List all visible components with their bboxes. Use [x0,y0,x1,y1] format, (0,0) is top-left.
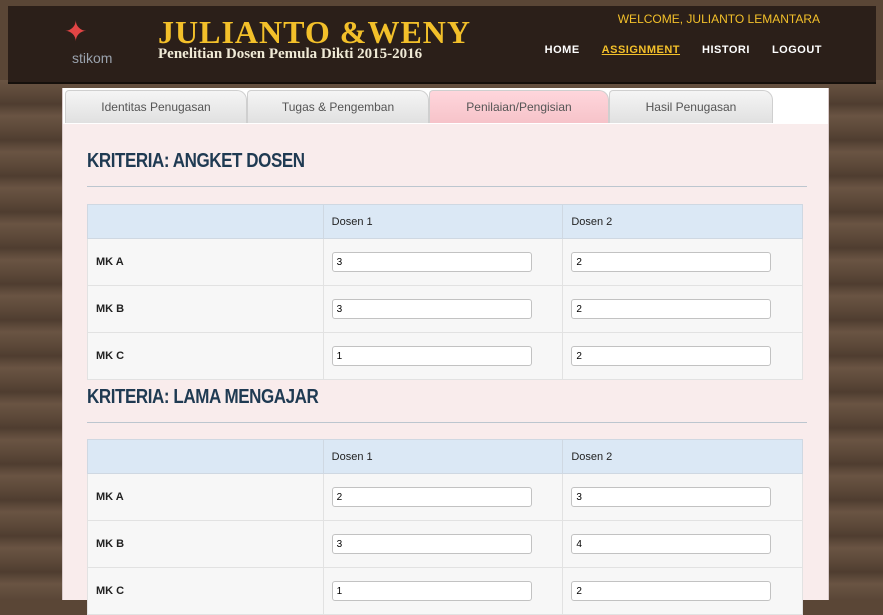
score-input-dosen-1[interactable] [331,299,532,319]
main-nav: HOME ASSIGNMENT HISTORI LOGOUT [545,44,822,56]
top-header: ✦ stikom JULIANTO &WENY Penelitian Dosen… [8,6,876,84]
nav-logout[interactable]: LOGOUT [772,44,822,56]
score-input-dosen-2[interactable] [571,346,772,366]
column-header-dosen-1: Dosen 1 [322,439,564,474]
table-row: MK C [87,332,803,380]
column-header-dosen-1: Dosen 1 [322,204,564,239]
table-row: MK B [87,285,803,333]
score-input-dosen-1[interactable] [331,252,532,272]
tab-tugas-pengemban[interactable]: Tugas & Pengemban [247,90,429,123]
score-input-dosen-1[interactable] [331,346,532,366]
score-input-dosen-2[interactable] [571,252,772,272]
score-input-dosen-2[interactable] [571,581,772,601]
tab-bar: Identitas Penugasan Tugas & Pengemban Pe… [63,88,828,124]
tab-penilaian-pengisian[interactable]: Penilaian/Pengisian [429,90,609,123]
table-row: MK A [87,238,803,286]
nav-assignment[interactable]: ASSIGNMENT [602,44,680,56]
tab-identitas-penugasan[interactable]: Identitas Penugasan [65,90,247,123]
row-label: MK A [87,238,324,286]
table-header-row: Dosen 1 Dosen 2 [87,204,803,239]
score-input-dosen-2[interactable] [571,299,772,319]
table-row: MK C [87,567,803,615]
nav-home[interactable]: HOME [545,44,580,56]
column-header-dosen-2: Dosen 2 [562,439,803,474]
tab-hasil-penugasan[interactable]: Hasil Penugasan [609,90,773,123]
site-subtitle: Penelitian Dosen Pemula Dikti 2015-2016 [158,46,423,62]
column-header-dosen-2: Dosen 2 [562,204,803,239]
score-input-dosen-1[interactable] [331,581,532,601]
column-header [87,204,324,239]
content-panel: Identitas Penugasan Tugas & Pengemban Pe… [62,88,829,615]
section-title-angket-dosen: KRITERIA: ANGKET DOSEN [87,150,305,172]
criteria-table-angket-dosen: Dosen 1 Dosen 2 MK A MK B MK C [87,204,803,380]
table-row: MK A [87,473,803,521]
row-label: MK C [87,332,324,380]
section-title-lama-mengajar: KRITERIA: LAMA MENGAJAR [87,386,319,408]
score-input-dosen-1[interactable] [331,487,532,507]
row-label: MK B [87,520,324,568]
table-row: MK B [87,520,803,568]
criteria-table-lama-mengajar: Dosen 1 Dosen 2 MK A MK B MK C [87,439,803,615]
row-label: MK C [87,567,324,615]
section-divider [87,186,807,187]
row-label: MK A [87,473,324,521]
score-input-dosen-2[interactable] [571,534,772,554]
welcome-text: WELCOME, JULIANTO LEMANTARA [617,12,820,26]
nav-histori[interactable]: HISTORI [702,44,750,56]
column-header [87,439,324,474]
score-input-dosen-2[interactable] [571,487,772,507]
table-header-row: Dosen 1 Dosen 2 [87,439,803,474]
row-label: MK B [87,285,324,333]
logo-text: stikom [72,50,113,66]
section-divider [87,422,807,423]
logo-mark-icon: ✦ [64,15,88,48]
stikom-logo: ✦ stikom [58,15,118,67]
score-input-dosen-1[interactable] [331,534,532,554]
